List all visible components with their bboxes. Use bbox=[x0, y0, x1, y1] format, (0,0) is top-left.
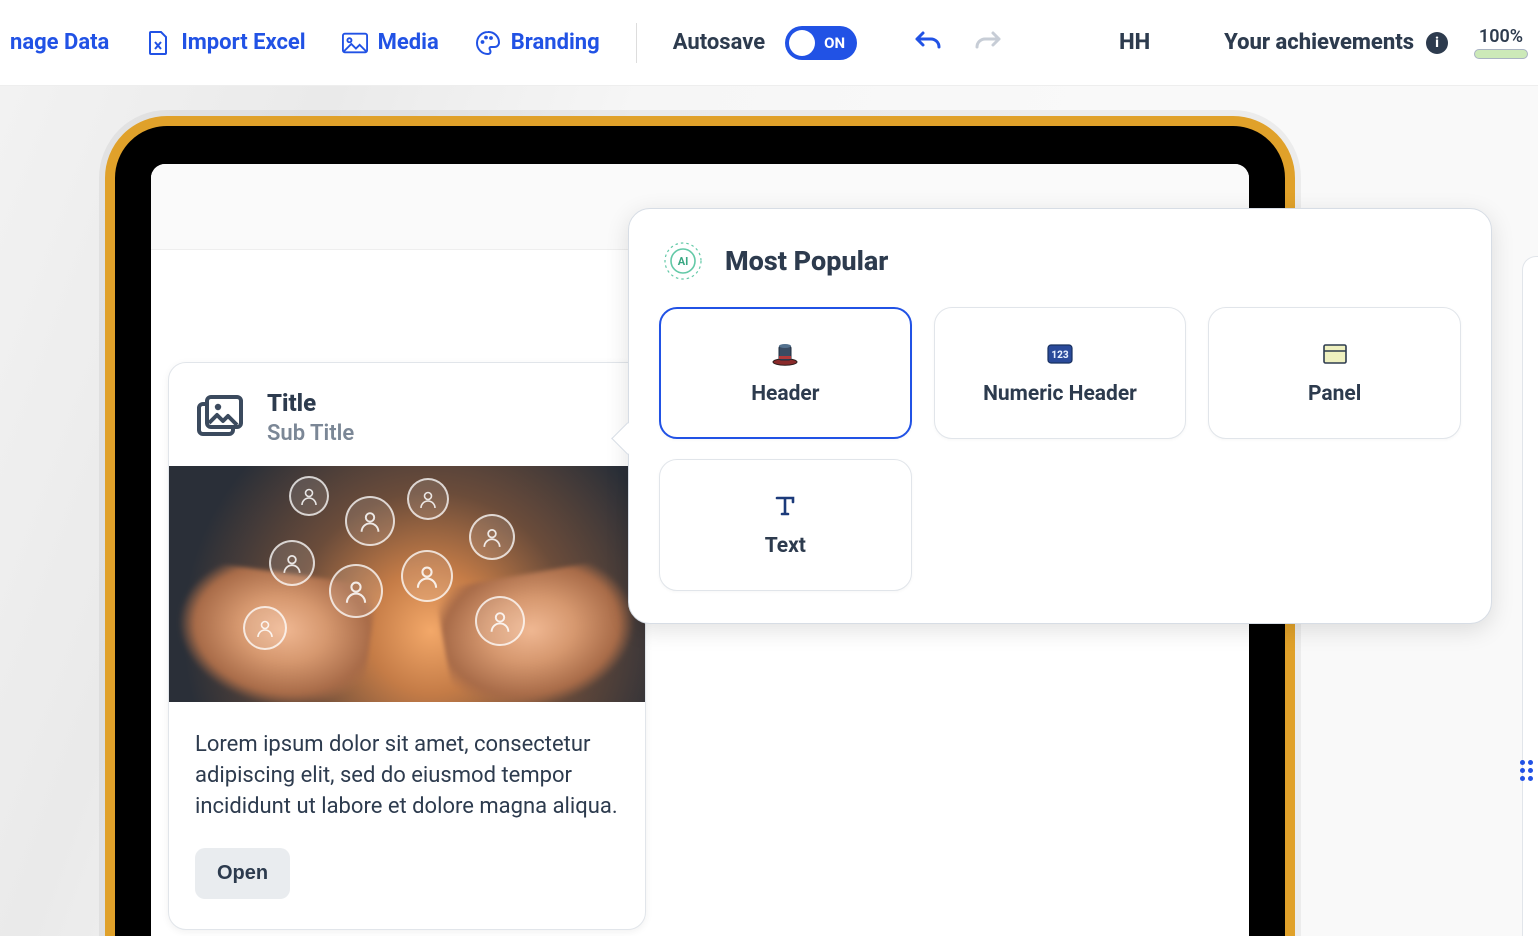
branding-label: Branding bbox=[511, 30, 600, 55]
file-excel-icon bbox=[145, 30, 171, 56]
component-option-label: Header bbox=[751, 382, 819, 406]
import-excel-label: Import Excel bbox=[181, 30, 305, 55]
palette-icon bbox=[475, 30, 501, 56]
manage-data-button[interactable]: nage Data bbox=[10, 30, 109, 55]
gallery-icon bbox=[195, 393, 245, 443]
avatar-bubble-icon bbox=[269, 540, 315, 586]
card-image bbox=[169, 466, 645, 702]
svg-text:AI: AI bbox=[678, 255, 689, 268]
component-option-header[interactable]: Header bbox=[659, 307, 912, 439]
component-option-label: Text bbox=[765, 534, 806, 558]
component-option-text[interactable]: Text bbox=[659, 459, 912, 591]
avatar-bubble-icon bbox=[475, 596, 525, 646]
image-icon bbox=[342, 30, 368, 56]
undo-button[interactable] bbox=[913, 26, 943, 59]
numeric-header-icon: 123 bbox=[1046, 340, 1074, 368]
user-initials: HH bbox=[1119, 30, 1150, 55]
side-panel-sliver bbox=[1522, 256, 1538, 936]
content-card[interactable]: Title Sub Title Lorem ipsum dolor sit am… bbox=[168, 362, 646, 930]
card-image-hand-right bbox=[435, 552, 645, 702]
ai-badge-icon: AI bbox=[659, 237, 707, 285]
text-icon bbox=[771, 492, 799, 520]
import-excel-button[interactable]: Import Excel bbox=[145, 30, 305, 56]
media-button[interactable]: Media bbox=[342, 30, 439, 56]
avatar-bubble-icon bbox=[243, 606, 287, 650]
card-footer: Open bbox=[169, 832, 645, 929]
info-icon[interactable]: i bbox=[1426, 32, 1448, 54]
achievements-bar bbox=[1474, 49, 1528, 59]
card-header: Title Sub Title bbox=[169, 363, 645, 466]
redo-button[interactable] bbox=[973, 26, 1003, 59]
components-popover: AI Most Popular Header bbox=[628, 208, 1492, 624]
avatar-bubble-icon bbox=[401, 550, 453, 602]
design-canvas: Title Sub Title Lorem ipsum dolor sit am… bbox=[0, 86, 1538, 936]
autosave-toggle[interactable]: ON bbox=[785, 26, 857, 60]
autosave-group: Autosave ON bbox=[673, 26, 857, 60]
drag-grip-icon[interactable] bbox=[1516, 756, 1536, 784]
popover-title: Most Popular bbox=[725, 245, 888, 277]
open-button[interactable]: Open bbox=[195, 848, 290, 899]
component-option-panel[interactable]: Panel bbox=[1208, 307, 1461, 439]
achievements-percent: 100% bbox=[1479, 26, 1523, 47]
component-option-label: Numeric Header bbox=[983, 382, 1137, 406]
component-option-label: Panel bbox=[1308, 382, 1361, 406]
top-hat-icon bbox=[771, 340, 799, 368]
avatar-bubble-icon bbox=[407, 478, 449, 520]
card-subtitle: Sub Title bbox=[267, 421, 354, 446]
card-title: Title bbox=[267, 389, 354, 417]
branding-button[interactable]: Branding bbox=[475, 30, 600, 56]
autosave-toggle-state: ON bbox=[824, 34, 845, 52]
avatar-bubble-icon bbox=[469, 514, 515, 560]
card-body-text: Lorem ipsum dolor sit amet, consectetur … bbox=[169, 702, 645, 832]
achievements-group: Your achievements i 100% bbox=[1224, 26, 1528, 59]
popover-header: AI Most Popular bbox=[659, 237, 1461, 285]
manage-data-label: nage Data bbox=[10, 30, 109, 55]
component-option-numeric-header[interactable]: 123 Numeric Header bbox=[934, 307, 1187, 439]
toolbar-separator bbox=[636, 23, 637, 63]
svg-text:123: 123 bbox=[1051, 350, 1069, 361]
top-toolbar: nage Data Import Excel Media Branding Au… bbox=[0, 0, 1538, 86]
achievements-label: Your achievements bbox=[1224, 30, 1414, 55]
achievements-meter: 100% bbox=[1474, 26, 1528, 59]
autosave-label: Autosave bbox=[673, 30, 765, 55]
avatar-bubble-icon bbox=[329, 564, 383, 618]
media-label: Media bbox=[378, 30, 439, 55]
avatar-bubble-icon bbox=[289, 476, 329, 516]
avatar-bubble-icon bbox=[345, 496, 395, 546]
panel-icon bbox=[1321, 340, 1349, 368]
